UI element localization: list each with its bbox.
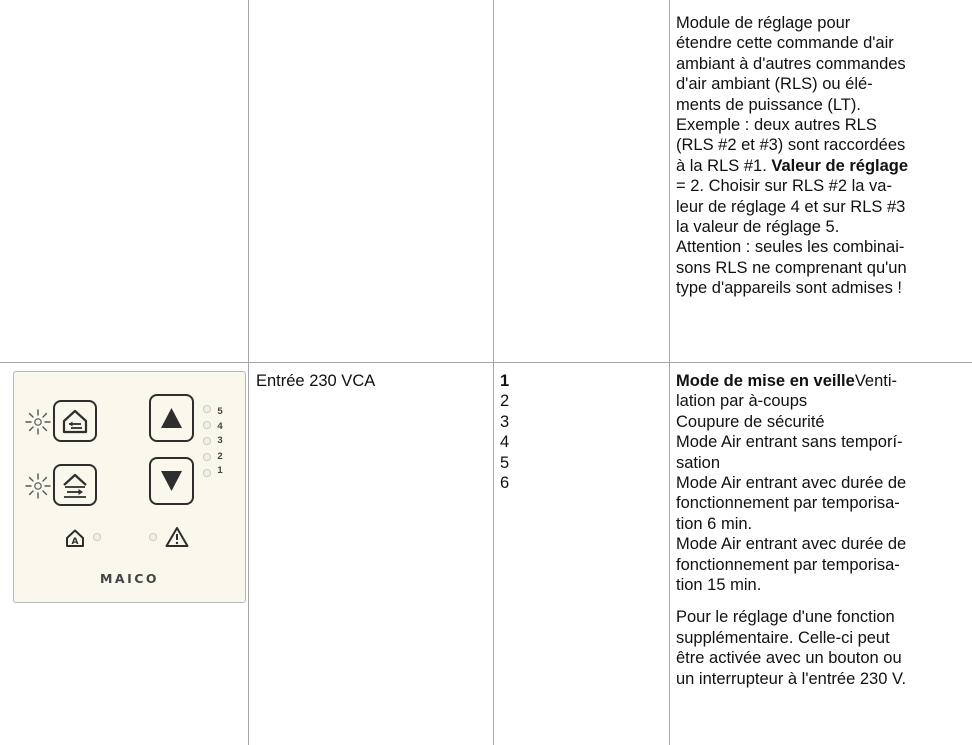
desc-line: la valeur de réglage 5. [676,218,840,237]
desc-line: étendre cette commande d'air [676,34,894,53]
house-up-arrow-button [53,464,97,506]
house-arrow-button [53,400,97,442]
desc-line: sation [676,453,721,472]
desc-text: Venti- [854,372,898,390]
desc-line: Mode Air entrant avec durée de [676,474,907,493]
desc-line: fonctionnement par temporisa- [676,494,900,513]
level-led [203,453,211,461]
sun-icon [25,409,51,435]
input-label: Entrée 230 VCA [256,372,376,390]
decrease-button [149,457,194,505]
level-label: 4 [217,421,223,432]
desc-line: tion 15 min. [676,576,762,595]
setting-value: 4 [500,433,510,452]
auto-house-icon: A [66,529,84,547]
sun-icon [25,473,51,499]
document-page: Module de réglage pour étendre cette com… [0,0,972,745]
level-led [203,469,211,477]
setting-values-list: 1 2 3 4 5 6 [500,371,509,493]
desc-line: lation par à-coups [676,392,808,411]
desc-line: d'air ambiant (RLS) ou élé- [676,75,873,94]
setting-value: 3 [500,412,510,431]
brand-logo-text: MAICO [99,571,160,586]
level-label: 3 [217,435,223,446]
setting-value: 1 [500,372,510,390]
column-divider-2 [493,0,494,745]
desc-line: ments de puissance (LT). [676,95,861,114]
row2-description: Mode de mise en veilleVenti- lation par … [676,371,968,689]
desc-line: Coupure de sécurité [676,412,825,431]
desc-line: leur de réglage 4 et sur RLS #3 [676,197,906,216]
auto-led [93,533,101,541]
desc-line: Mode Air entrant sans temporí- [676,433,903,452]
desc-line: ambiant à d'autres commandes [676,54,906,73]
desc-line: Mode Air entrant avec durée de [676,535,907,554]
row-divider [0,362,972,363]
level-led [203,437,211,445]
mode-heading: Mode de mise en veille [676,372,855,390]
column-divider-1 [248,0,249,745]
desc-line: Exemple : deux autres RLS [676,116,877,135]
desc-line: (RLS #2 et #3) sont raccordées [676,136,906,155]
level-led [203,421,211,429]
setting-value: 6 [500,473,510,492]
desc-line: fonctionnement par temporisa- [676,555,900,574]
desc-line: = 2. Choisir sur RLS #2 la va- [676,177,892,196]
level-label: 1 [217,465,223,476]
desc-line: type d'appareils sont admises ! [676,279,903,298]
desc-line: Attention : seules les combinai- [676,238,905,257]
row1-description: Module de réglage pour étendre cette com… [676,13,968,299]
setting-value-term: Valeur de réglage [771,156,909,175]
setting-value: 5 [500,453,510,472]
down-triangle-icon [161,471,182,491]
svg-text:A: A [72,537,79,547]
desc-line-mixed: à la RLS #1. Valeur de réglage [676,156,968,176]
level-label: 5 [217,406,223,417]
desc-line: Pour le réglage d'une fonction [676,608,895,627]
warning-triangle-icon [165,527,189,547]
warning-led [149,533,157,541]
column-divider-3 [669,0,670,745]
desc-text: à la RLS #1. [676,156,767,175]
increase-button [149,394,194,442]
setting-value: 2 [500,392,510,411]
house-up-arrow-icon [63,473,87,498]
level-led [203,405,211,413]
desc-line-mixed: Mode de mise en veilleVenti- [676,371,968,391]
desc-line: être activée avec un bouton ou [676,649,902,668]
desc-line: un interrupteur à l'entrée 230 V. [676,669,907,688]
desc-line: sons RLS ne comprenant qu'un [676,258,907,277]
desc-line: tion 6 min. [676,514,753,533]
desc-line: Module de réglage pour [676,14,851,32]
house-arrow-icon [62,409,88,434]
level-label: 2 [217,451,223,462]
desc-line: supplémentaire. Celle-ci peut [676,628,890,647]
up-triangle-icon [161,408,182,428]
control-panel-illustration: 5 4 3 2 1 A MAICO [13,371,246,603]
